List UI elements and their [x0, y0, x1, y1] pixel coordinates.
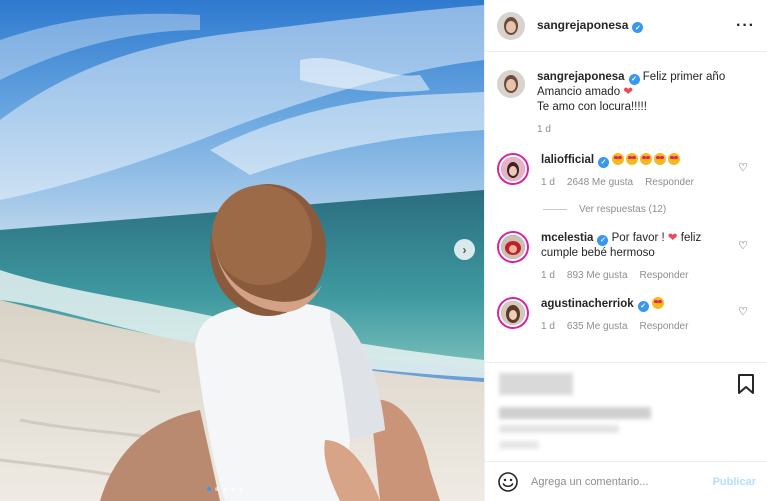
blurred-action-icons[interactable]: [499, 373, 573, 395]
verified-badge-icon: ✓: [597, 235, 609, 246]
blurred-likes: [499, 407, 651, 419]
reply-button[interactable]: Responder: [645, 175, 694, 190]
smile-icon[interactable]: [497, 471, 519, 493]
red-heart-icon: ❤: [667, 232, 678, 244]
next-slide-button[interactable]: ›: [454, 239, 475, 260]
carousel-indicator: [207, 487, 243, 491]
red-heart-icon: ❤: [623, 86, 633, 98]
carousel-dot: [239, 487, 243, 491]
comment-meta: 1 d 893 Me gusta Responder: [541, 268, 736, 283]
comment-body: mcelestia ✓ Por favor ! ❤ feliz cumple be…: [541, 231, 756, 283]
commenter-avatar[interactable]: [497, 231, 529, 263]
comment-composer: Publicar: [485, 461, 767, 501]
publish-button[interactable]: Publicar: [713, 476, 756, 488]
commenter-avatar[interactable]: [497, 153, 529, 185]
reply-button[interactable]: Responder: [640, 319, 689, 334]
comment-body: laliofficial ✓ 1 d 2648 Me gusta Responde…: [541, 153, 756, 190]
comment-time: 1 d: [541, 177, 555, 188]
comment-item: laliofficial ✓ 1 d 2648 Me gusta Responde…: [497, 153, 756, 190]
comment-text-1: Por favor !: [611, 232, 665, 244]
view-replies-label[interactable]: Ver respuestas (12): [579, 204, 666, 215]
verified-badge-icon: ✓: [628, 74, 640, 85]
beach-photo: [0, 0, 484, 501]
comment-likes[interactable]: 2648 Me gusta: [567, 175, 633, 190]
bookmark-icon[interactable]: [736, 373, 756, 395]
comment-time: 1 d: [541, 270, 555, 281]
carousel-dot: [223, 487, 227, 491]
verified-badge-icon: ✓: [637, 301, 649, 312]
carousel-dot: [215, 487, 219, 491]
post-photo[interactable]: ›: [0, 0, 484, 501]
replies-divider: [543, 209, 567, 210]
comment-username[interactable]: mcelestia: [541, 232, 593, 244]
comment-body: agustinacherriok ✓ 1 d 635 Me gusta Respo…: [541, 297, 756, 334]
view-replies-button[interactable]: Ver respuestas (12): [543, 204, 756, 215]
caption: sangrejaponesa ✓ Feliz primer año Amancio…: [497, 70, 756, 137]
caption-text-1: Feliz primer año: [642, 71, 726, 83]
heart-eyes-emoji: [612, 153, 682, 166]
commenter-avatar[interactable]: [497, 297, 529, 329]
comment-likes[interactable]: 893 Me gusta: [567, 268, 628, 283]
caption-body: sangrejaponesa ✓ Feliz primer año Amancio…: [537, 70, 756, 137]
heart-eyes-emoji: [651, 297, 666, 310]
caption-username[interactable]: sangrejaponesa: [537, 71, 625, 83]
comment-input[interactable]: [531, 475, 701, 488]
blurred-date: [499, 441, 539, 449]
instagram-post: › sangrejaponesa ✓ ··· sangrejaponesa ✓ …: [0, 0, 767, 501]
comment-username[interactable]: agustinacherriok: [541, 298, 634, 310]
post-side-panel: sangrejaponesa ✓ ··· sangrejaponesa ✓ Feli…: [484, 0, 767, 501]
caption-text-2: Amancio amado: [537, 86, 621, 98]
verified-badge-icon: ✓: [598, 157, 610, 168]
caption-time: 1 d: [537, 124, 551, 135]
comment-time: 1 d: [541, 321, 555, 332]
comments-list: sangrejaponesa ✓ Feliz primer año Amancio…: [485, 52, 767, 362]
comment-likes[interactable]: 635 Me gusta: [567, 319, 628, 334]
more-dots-icon[interactable]: ···: [736, 17, 755, 35]
post-header: sangrejaponesa ✓ ···: [485, 0, 767, 52]
heart-icon[interactable]: ♡: [738, 239, 748, 252]
caption-meta: 1 d: [537, 122, 736, 137]
author-avatar[interactable]: [497, 11, 525, 40]
action-bar: [485, 362, 767, 458]
heart-icon[interactable]: ♡: [738, 161, 748, 174]
carousel-dot: [207, 487, 211, 491]
comment-item: mcelestia ✓ Por favor ! ❤ feliz cumple be…: [497, 231, 756, 283]
author-name[interactable]: sangrejaponesa: [537, 18, 628, 32]
reply-button[interactable]: Responder: [640, 268, 689, 283]
comment-item: agustinacherriok ✓ 1 d 635 Me gusta Respo…: [497, 297, 756, 334]
author-username[interactable]: sangrejaponesa ✓: [537, 18, 644, 34]
heart-icon[interactable]: ♡: [738, 305, 748, 318]
verified-badge-icon: ✓: [632, 22, 644, 34]
comment-meta: 1 d 635 Me gusta Responder: [541, 319, 736, 334]
caption-avatar[interactable]: [497, 70, 525, 98]
comment-meta: 1 d 2648 Me gusta Responder: [541, 175, 736, 190]
blurred-likes-detail: [499, 425, 619, 433]
carousel-dot: [231, 487, 235, 491]
comment-username[interactable]: laliofficial: [541, 154, 594, 166]
chevron-right-icon: ›: [462, 242, 467, 257]
caption-text-3: Te amo con locura!!!!!: [537, 101, 647, 113]
